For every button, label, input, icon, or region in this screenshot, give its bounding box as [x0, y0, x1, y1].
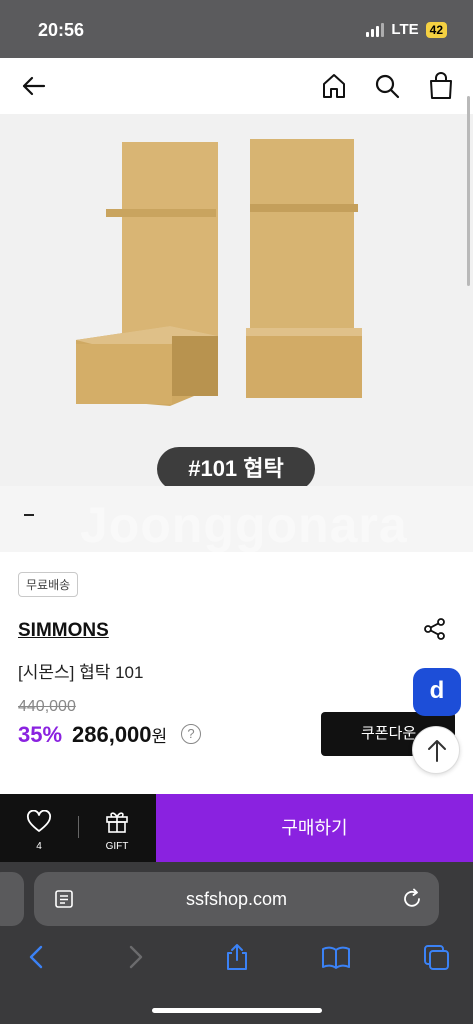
- brand-link[interactable]: SIMMONS: [18, 620, 109, 642]
- original-price: 440,000: [18, 698, 76, 715]
- battery-icon: 42: [425, 21, 447, 38]
- back-arrow-icon[interactable]: [18, 70, 50, 102]
- home-indicator: [152, 1008, 322, 1013]
- d-app-fab[interactable]: d: [413, 668, 461, 716]
- currency: 원: [151, 727, 168, 746]
- hero-label: #101 협탁: [157, 447, 315, 491]
- home-icon[interactable]: [318, 70, 350, 102]
- pager-indicator: [24, 514, 34, 516]
- signal-icon: [366, 22, 385, 37]
- status-time: 20:56: [38, 20, 85, 40]
- share-icon[interactable]: [422, 616, 448, 642]
- watermark: Joonggonara: [80, 497, 408, 553]
- like-count: 4: [36, 841, 42, 852]
- free-shipping-badge: 무료배송: [18, 572, 79, 597]
- reload-icon[interactable]: [401, 888, 423, 910]
- url-text[interactable]: ssfshop.com: [34, 872, 439, 926]
- share-sheet-icon[interactable]: [222, 942, 252, 972]
- product-page: #101 협탁 Joonggonara 무료배송 SIMMONS [시몬스] 협…: [0, 58, 473, 862]
- previous-tab[interactable]: [0, 872, 24, 926]
- sale-price: 286,000원: [72, 722, 167, 748]
- gift-button[interactable]: GIFT: [100, 808, 134, 852]
- buy-button[interactable]: 구매하기: [156, 794, 473, 862]
- tabs-icon[interactable]: [421, 942, 451, 972]
- discount-rate: 35%: [18, 722, 63, 747]
- shopping-bag-icon[interactable]: [425, 70, 457, 102]
- divider: [78, 816, 79, 838]
- purchase-bar-actions: 4 GIFT: [0, 794, 156, 862]
- address-bar[interactable]: ssfshop.com: [34, 872, 439, 926]
- top-nav: [0, 58, 473, 114]
- nightstand-illustration: [76, 139, 362, 406]
- scroll-top-button[interactable]: [412, 726, 460, 774]
- forward-icon[interactable]: [120, 942, 150, 972]
- image-pager: Joonggonara: [0, 486, 473, 553]
- product-name: [시몬스] 협탁 101: [18, 663, 144, 682]
- gift-label: GIFT: [105, 841, 129, 852]
- sale-price-value: 286,000: [72, 722, 152, 747]
- purchase-bar: 4 GIFT 구매하기: [0, 794, 473, 862]
- browser-address-area: ssfshop.com: [0, 862, 473, 934]
- scrollbar[interactable]: [467, 96, 470, 286]
- like-button[interactable]: 4: [24, 809, 54, 852]
- status-bar: 20:56 LTE 42: [0, 0, 473, 58]
- network-label: LTE: [391, 21, 419, 38]
- back-icon[interactable]: [22, 942, 52, 972]
- search-icon[interactable]: [371, 70, 403, 102]
- bookmarks-icon[interactable]: [321, 942, 351, 972]
- arrow-up-icon: [428, 740, 446, 762]
- gift-icon: [106, 812, 128, 833]
- price-help-icon[interactable]: ?: [181, 724, 201, 744]
- heart-icon: [27, 809, 51, 832]
- status-indicators: LTE 42: [366, 21, 447, 38]
